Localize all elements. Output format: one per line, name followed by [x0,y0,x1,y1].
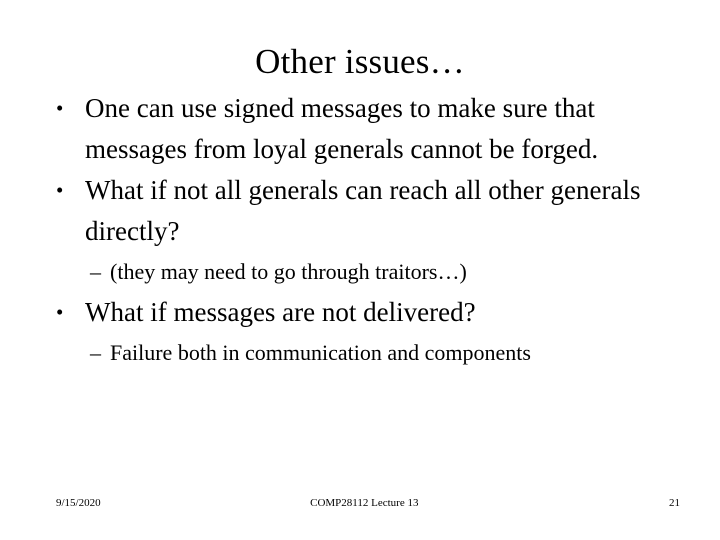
slide-body: • One can use signed messages to make su… [52,88,668,373]
list-item: • What if not all generals can reach all… [52,170,668,252]
bullet-text: What if not all generals can reach all o… [85,175,641,246]
sub-bullet-text: (they may need to go through traitors…) [110,259,467,284]
footer-page-number: 21 [669,497,680,509]
bullet-dot-icon: • [56,178,64,202]
bullet-dot-icon: • [56,300,64,324]
bullet-dot-icon: • [56,96,64,120]
dash-icon: – [90,340,101,365]
footer-date: 9/15/2020 [56,497,101,509]
footer-course-label: COMP28112 Lecture 13 [310,497,419,509]
sub-list-item: – (they may need to go through traitors…… [52,252,668,292]
slide-canvas: Other issues… • One can use signed messa… [0,0,720,540]
sub-list-item: – Failure both in communication and comp… [52,333,668,373]
bullet-text: One can use signed messages to make sure… [85,93,599,164]
slide-footer: 9/15/2020 COMP28112 Lecture 13 21 [56,494,680,512]
list-item: • What if messages are not delivered? [52,292,668,333]
page-title: Other issues… [255,42,465,82]
bullet-text: What if messages are not delivered? [85,297,476,327]
sub-bullet-text: Failure both in communication and compon… [110,340,531,365]
list-item: • One can use signed messages to make su… [52,88,668,170]
dash-icon: – [90,259,101,284]
